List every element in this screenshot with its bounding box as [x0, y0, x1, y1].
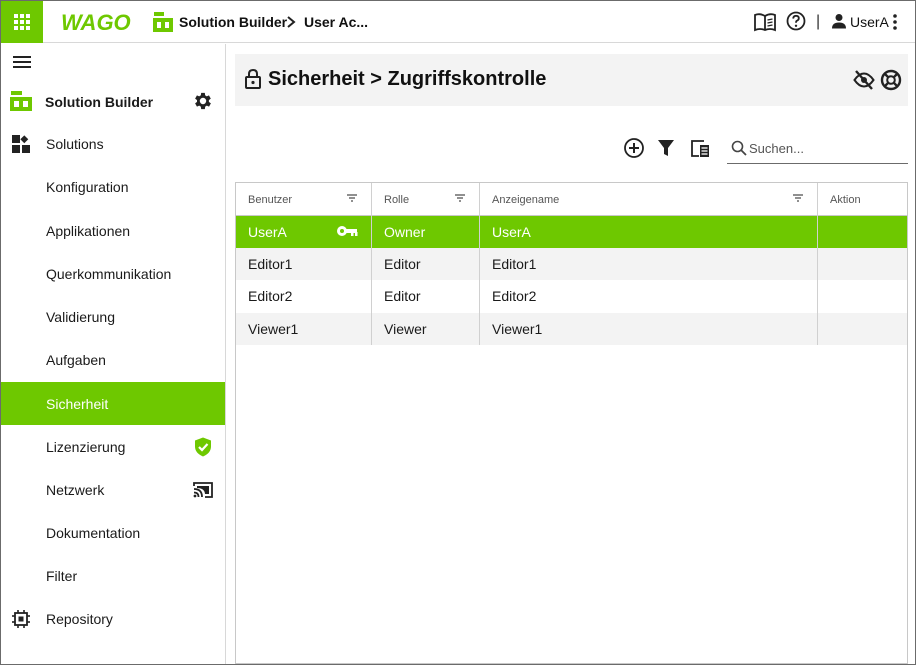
gear-icon[interactable] [192, 90, 214, 112]
sidebar-item-aufgaben[interactable]: Aufgaben [1, 338, 225, 381]
sidebar-title: Solution Builder [45, 94, 154, 110]
column-header-benutzer[interactable]: Benutzer [236, 183, 372, 216]
filter-icon[interactable] [657, 138, 675, 158]
lock-icon [245, 68, 261, 89]
sidebar-item-label: Aufgaben [46, 351, 106, 368]
sidebar-item-applikationen[interactable]: Applikationen [1, 209, 225, 252]
solution-builder-icon [153, 12, 173, 32]
sidebar-item-label: Sicherheit [46, 395, 109, 412]
cell-user: Viewer1 [248, 321, 299, 337]
eye-off-icon[interactable] [853, 69, 875, 91]
breadcrumb-solution-builder[interactable]: Solution Builder [179, 14, 287, 30]
add-circle-icon[interactable] [623, 137, 645, 159]
sidebar-item-label: Netzwerk [46, 481, 105, 498]
page-title: Sicherheit > Zugriffskontrolle [268, 68, 547, 90]
sidebar-item-dokumentation[interactable]: Dokumentation [1, 511, 225, 554]
table-header: Benutzer Rolle Anzeigename Aktion [236, 183, 907, 216]
cell-display-name: Editor2 [492, 288, 537, 304]
sidebar-item-lizenzierung[interactable]: Lizenzierung [1, 425, 225, 468]
sidebar: Solution Builder Solutions Konfiguration… [1, 44, 226, 664]
page-header: Sicherheit > Zugriffskontrolle [235, 54, 908, 106]
search-field [727, 132, 908, 164]
more-vertical-icon[interactable] [891, 12, 899, 32]
toolbar-divider: | [816, 13, 821, 30]
cast-icon [193, 481, 213, 498]
sidebar-item-label: Repository [46, 610, 113, 627]
table-row[interactable]: Editor1 Editor Editor1 [236, 248, 907, 280]
sidebar-item-label: Solutions [46, 135, 104, 152]
sidebar-header: Solution Builder [1, 86, 225, 116]
grid-icon [14, 14, 30, 30]
dashboard-icon [12, 134, 30, 153]
table-row[interactable]: Viewer1 Viewer Viewer1 [236, 313, 907, 345]
column-header-label: Benutzer [248, 194, 293, 206]
sidebar-item-label: Filter [46, 567, 78, 584]
column-menu-icon[interactable] [454, 193, 466, 203]
sidebar-item-label: Konfiguration [46, 178, 129, 195]
column-header-aktion: Aktion [818, 183, 907, 216]
sidebar-item-label: Querkommunikation [46, 265, 172, 282]
cell-role: Owner [384, 224, 426, 240]
column-menu-icon[interactable] [346, 193, 358, 203]
user-menu-name[interactable]: UserA [850, 14, 889, 30]
app-window: WAGO Solution Builder User Ac... | UserA… [0, 0, 916, 665]
sidebar-item-repository[interactable]: Repository [1, 597, 225, 640]
cell-role: Editor [384, 256, 421, 272]
cell-role: Viewer [384, 321, 427, 337]
sidebar-item-solutions[interactable]: Solutions [1, 122, 225, 165]
column-header-label: Aktion [830, 194, 861, 206]
solution-builder-icon [10, 91, 32, 111]
chevron-right-icon [287, 16, 296, 28]
column-menu-icon[interactable] [792, 193, 804, 203]
table-row[interactable]: UserA Owner UserA [236, 216, 907, 248]
sidebar-item-label: Dokumentation [46, 524, 141, 541]
sidebar-item-label: Validierung [46, 308, 116, 325]
hamburger-menu-icon[interactable] [12, 54, 32, 70]
sidebar-item-label: Lizenzierung [46, 438, 126, 455]
cell-display-name: UserA [492, 224, 531, 240]
sidebar-item-filter[interactable]: Filter [1, 554, 225, 597]
wago-logo: WAGO [61, 10, 131, 34]
cell-user: Editor2 [248, 288, 293, 304]
cell-display-name: Editor1 [492, 256, 537, 272]
book-icon[interactable] [754, 12, 776, 32]
top-bar: WAGO Solution Builder User Ac... | UserA [1, 1, 915, 43]
cell-display-name: Viewer1 [492, 321, 543, 337]
main-content: Sicherheit > Zugriffskontrolle Suchen...… [227, 44, 915, 664]
sidebar-item-konfiguration[interactable]: Konfiguration [1, 165, 225, 208]
column-divider [371, 183, 372, 345]
sidebar-item-label: Applikationen [46, 222, 131, 239]
app-launcher-button[interactable] [1, 1, 43, 43]
shield-check-icon [195, 437, 211, 456]
columns-icon[interactable] [689, 137, 711, 159]
search-input[interactable] [749, 138, 904, 158]
cell-user: UserA [248, 224, 287, 240]
cell-user: Editor1 [248, 256, 293, 272]
column-header-label: Rolle [384, 194, 410, 206]
lifebuoy-icon[interactable] [880, 69, 902, 91]
breadcrumb-user-access[interactable]: User Ac... [304, 14, 368, 30]
sidebar-item-validierung[interactable]: Validierung [1, 295, 225, 338]
key-icon [337, 226, 358, 236]
cell-role: Editor [384, 288, 421, 304]
sidebar-item-netzwerk[interactable]: Netzwerk [1, 468, 225, 511]
chip-icon [12, 609, 30, 628]
help-icon[interactable] [786, 11, 806, 31]
column-header-rolle[interactable]: Rolle [372, 183, 480, 216]
table-row[interactable]: Editor2 Editor Editor2 [236, 280, 907, 312]
sidebar-item-querkommunikation[interactable]: Querkommunikation [1, 252, 225, 295]
column-divider [817, 183, 818, 345]
user-icon[interactable] [831, 13, 847, 29]
wago-logo-text: WAGO [61, 10, 131, 34]
search-icon [731, 140, 747, 156]
column-header-label: Anzeigename [492, 194, 560, 206]
users-table: Benutzer Rolle Anzeigename Aktion UserA … [235, 182, 908, 664]
column-divider [479, 183, 480, 345]
sidebar-item-sicherheit[interactable]: Sicherheit [1, 382, 225, 425]
column-header-anzeigename[interactable]: Anzeigename [480, 183, 818, 216]
